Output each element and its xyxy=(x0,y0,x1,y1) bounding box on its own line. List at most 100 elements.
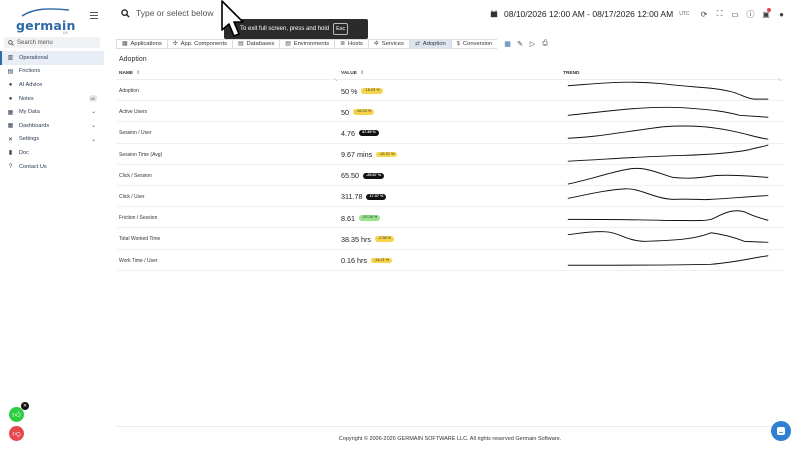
close-feedback-button[interactable]: ✕ xyxy=(21,402,29,410)
trend-sparkline xyxy=(567,144,769,162)
tab-conversion[interactable]: $ Conversion xyxy=(450,39,498,49)
tab-label: Databases xyxy=(246,41,275,47)
tab-hosts[interactable]: ≣ Hosts xyxy=(334,39,368,49)
chat-button[interactable] xyxy=(771,421,791,441)
conversion-icon: $ xyxy=(456,41,460,47)
table-row[interactable]: Session / User 4.76 47.39 % xyxy=(116,122,784,144)
components-icon: ✣ xyxy=(172,41,178,47)
sidebar-item-label: Contact Us xyxy=(19,163,47,170)
tab-label: Environments xyxy=(293,41,330,47)
toast-text: To exit full screen, press and hold xyxy=(240,26,330,32)
sidebar-item-dashboards[interactable]: ▦ Dashboards ⌄ xyxy=(0,119,104,133)
tab-applications[interactable]: ▦ Applications xyxy=(116,39,167,49)
tab-app-components[interactable]: ✣ App. Components xyxy=(166,39,233,49)
sidebar-nav: ▥ Operational ▤ Frictions ● AI Advice ● … xyxy=(0,51,104,173)
change-badge: -20.26 % xyxy=(359,215,381,222)
change-badge: -16.03 % xyxy=(361,88,383,94)
metric-value-cell: 65.50 -20.67 % xyxy=(341,171,385,181)
timezone-label: UTC xyxy=(679,11,690,17)
sidebar-item-settings[interactable]: ✕ Settings ⌄ xyxy=(0,133,104,147)
search-menu-input[interactable]: Search menu xyxy=(4,37,100,48)
germain-logo[interactable]: germain UX xyxy=(14,6,75,36)
table-row[interactable]: Click / Session 65.50 -20.67 % xyxy=(116,165,784,186)
sidebar-item-contact-us[interactable]: ? Contact Us xyxy=(0,160,104,174)
date-range-picker[interactable]: 08/10/2026 12:00 AM - 08/17/2026 12:00 A… xyxy=(490,9,689,19)
change-badge: -14.21 % xyxy=(370,257,393,264)
settings-icon: ✕ xyxy=(7,136,14,143)
sidebar-item-my-data[interactable]: ▦ My Data ⌄ xyxy=(0,105,104,119)
sidebar-item-label: Operational xyxy=(19,54,48,61)
ai-icon: ● xyxy=(8,81,13,88)
metric-value: 38.35 hrs xyxy=(341,234,371,244)
trend-line xyxy=(567,81,769,100)
notifications-icon[interactable]: ▣ xyxy=(760,8,772,19)
chat-icon xyxy=(777,427,785,435)
metric-name: Click / User xyxy=(119,193,145,200)
date-range-text: 08/10/2026 12:00 AM - 08/17/2026 12:00 A… xyxy=(504,9,674,19)
sidebar-item-label: Settings xyxy=(19,136,40,143)
metric-value: 9.67 mins xyxy=(341,150,373,160)
tab-environments[interactable]: ▤ Environments xyxy=(279,39,335,49)
table-row[interactable]: Session Time (Avg) 9.67 mins -16.21 % xyxy=(116,144,784,165)
metric-name: Adoption xyxy=(119,88,139,94)
adoption-table: NAME ⇕ VALUE ⇕ TREND ⤡ ⤡ Adoption 50 % -16.0… xyxy=(116,68,784,271)
metric-value: 65.50 xyxy=(341,171,359,181)
tab-services[interactable]: ✲ Services xyxy=(367,39,409,49)
sidebar-item-label: Notes xyxy=(19,95,34,102)
tab-label: Hosts xyxy=(348,41,363,47)
play-icon[interactable]: ▷ xyxy=(526,40,539,48)
metric-value: 0.16 hrs xyxy=(341,256,367,265)
sort-icon: ⇕ xyxy=(136,71,141,76)
sidebar-item-operational[interactable]: ▥ Operational xyxy=(0,51,104,65)
search-menu-placeholder: Search menu xyxy=(17,39,53,46)
main-search-input[interactable]: Type or select below xyxy=(121,8,213,18)
column-header-value[interactable]: VALUE ⇕ xyxy=(341,71,364,76)
sidebar-item-doc[interactable]: ▮ Doc xyxy=(0,146,104,160)
friction-icon: ▤ xyxy=(7,68,14,75)
print-icon[interactable]: ⎙ xyxy=(539,40,552,48)
thumbs-down-button[interactable]: 👎︎ xyxy=(9,426,24,441)
sidebar-item-label: My Data xyxy=(19,109,40,116)
monitor-icon[interactable]: ▭ xyxy=(729,9,741,19)
sidebar-item-notes[interactable]: ● Notes 40 xyxy=(0,92,104,106)
notification-dot xyxy=(767,8,771,12)
column-header-name[interactable]: NAME ⇕ xyxy=(119,71,140,76)
category-tabs: ▦ Applications ✣ App. Components ▤ Database… xyxy=(116,39,551,49)
table-row[interactable]: Active Users 50 -16.03 % xyxy=(116,101,784,123)
change-badge: -16.21 % xyxy=(376,151,398,158)
column-header-label: NAME xyxy=(119,71,134,76)
metric-value-cell: 4.76 47.39 % xyxy=(341,129,379,138)
user-icon[interactable]: ● xyxy=(776,9,788,19)
sidebar-item-ai-advice[interactable]: ● AI Advice xyxy=(0,78,104,92)
trend-sparkline xyxy=(567,167,769,185)
tab-adoption[interactable]: ⇄ Adoption xyxy=(408,39,451,49)
change-badge: 47.39 % xyxy=(359,130,379,137)
tab-tools: ▦ ✎ ▷ ⎙ xyxy=(501,40,551,48)
trend-line xyxy=(567,107,769,118)
metric-name: Friction / Session xyxy=(119,215,158,222)
hamburger-menu-icon[interactable] xyxy=(90,12,98,20)
sidebar-item-frictions[interactable]: ▤ Frictions xyxy=(0,65,104,79)
table-row[interactable]: Friction / Session 8.61 -20.26 % xyxy=(116,207,784,229)
chevron-down-icon: ⌄ xyxy=(90,109,96,116)
trend-line xyxy=(567,188,769,201)
data-icon: ▦ xyxy=(7,109,14,116)
table-row[interactable]: Total Worked Time 38.35 hrs -2.38 % xyxy=(116,228,784,250)
services-icon: ✲ xyxy=(373,41,379,47)
trend-sparkline xyxy=(567,210,769,222)
metric-value: 8.61 xyxy=(341,213,355,223)
table-row[interactable]: Click / User 311.78 17.07 % xyxy=(116,186,784,208)
calendar-icon xyxy=(490,10,498,18)
table-body: Adoption 50 % -16.03 % Active Users 50 -16.03… xyxy=(116,80,784,271)
column-header-trend[interactable]: TREND xyxy=(563,71,580,76)
tab-databases[interactable]: ▤ Databases xyxy=(232,39,280,49)
calendar-icon[interactable]: ▦ xyxy=(501,40,514,48)
table-row[interactable]: Adoption 50 % -16.03 % xyxy=(116,80,784,102)
refresh-icon[interactable]: ⟳ xyxy=(698,9,710,19)
info-icon[interactable]: ⓘ xyxy=(745,9,757,19)
table-row[interactable]: Work Time / User 0.16 hrs -14.21 % xyxy=(116,250,784,271)
trend-line xyxy=(567,125,769,141)
edit-icon[interactable]: ✎ xyxy=(514,40,527,48)
trend-line xyxy=(567,210,769,222)
fullscreen-icon[interactable]: ⛶ xyxy=(714,9,726,19)
